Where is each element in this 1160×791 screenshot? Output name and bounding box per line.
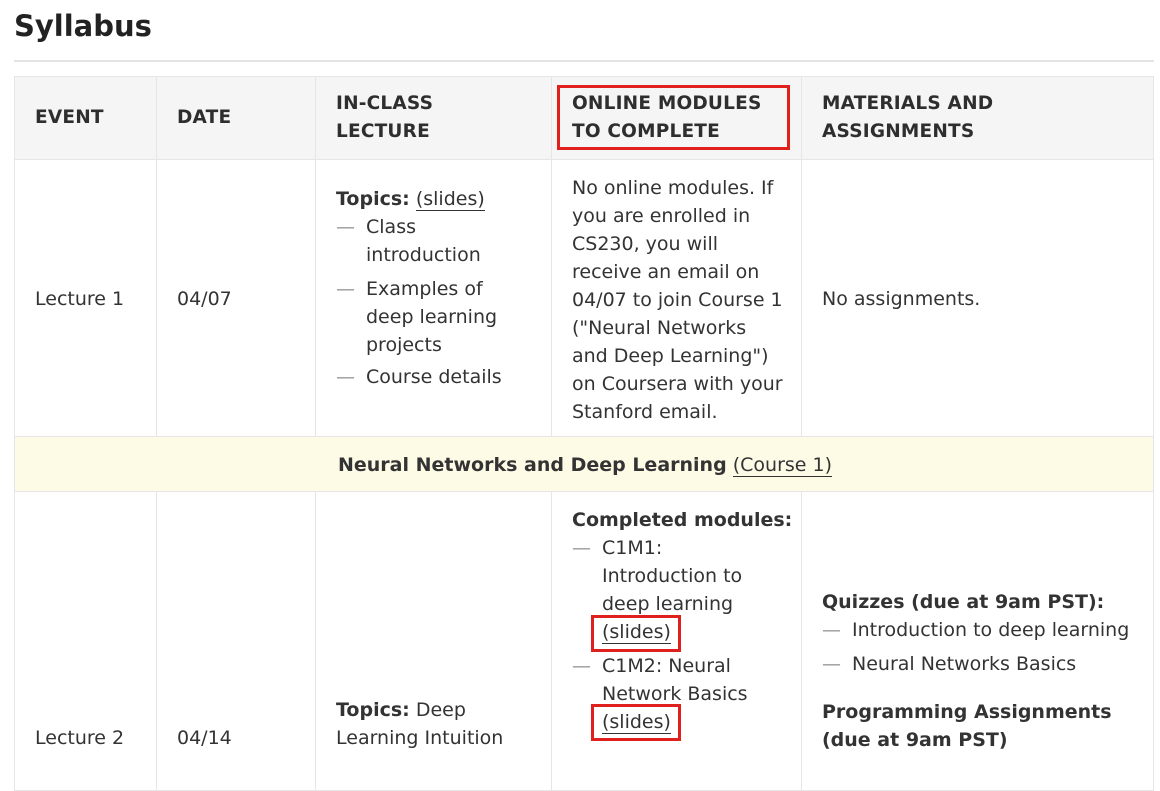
row1-online-text: No online modules. If you are enrolled i… [572,177,783,423]
module-slides-link[interactable]: (slides) [602,621,671,644]
header-event: EVENT [35,107,104,128]
row1-materials-cell: No assignments. [801,159,1154,437]
row1-topics-line: Topics: (slides) [336,185,485,213]
header-cell-date: DATE [156,76,316,160]
row2-modules-list: C1M1: Introduction to deep learning (sli… [572,534,772,736]
header-lecture-line2: LECTURE [336,121,430,142]
row2-topics-label: Topics: [336,699,410,721]
list-item: Course details [336,363,516,391]
list-item: Neural Networks Basics [822,650,1142,678]
header-date: DATE [177,107,232,128]
page-title: Syllabus [14,9,152,43]
row2-online-cell: Completed modules: C1M1: Introduction to… [551,491,802,791]
row1-topics-label: Topics: [336,188,410,210]
module-slides-link[interactable]: (slides) [602,711,671,734]
header-online-line2: TO COMPLETE [572,121,720,142]
header-lecture-line1: IN-CLASS [336,93,434,114]
row1-lecture-cell: Topics: (slides) Class introduction Exam… [315,159,552,437]
row1-event-cell: Lecture 1 [14,159,157,437]
module-item: C1M1: Introduction to deep learning (sli… [572,534,772,646]
header-materials-line1: MATERIALS AND [822,93,994,114]
list-item: Examples of deep learning projects [336,275,516,359]
header-cell-event: EVENT [14,76,157,160]
course1-link[interactable]: (Course 1) [732,454,833,477]
module-item: C1M2: Neural Network Basics (slides) [572,652,772,736]
row2-date: 04/14 [177,727,232,749]
row2-event: Lecture 2 [35,727,125,749]
list-item: Class introduction [336,213,516,269]
quizzes-list: Introduction to deep learning Neural Net… [822,616,1142,678]
row1-online-cell: No online modules. If you are enrolled i… [551,159,802,437]
row1-materials: No assignments. [822,288,981,310]
row2-date-cell: 04/14 [156,491,316,791]
module-text: C1M1: Introduction to deep learning [602,537,743,615]
row1-event: Lecture 1 [35,288,125,310]
row1-date-cell: 04/07 [156,159,316,437]
programming-label-line1: Programming Assignments [822,701,1112,723]
row1-topics-list: Class introduction Examples of deep lear… [336,213,516,391]
programming-label-line2: (due at 9am PST) [822,729,1008,751]
row1-slides-link[interactable]: (slides) [415,188,485,211]
header-materials-line2: ASSIGNMENTS [822,121,975,142]
module-text: C1M2: Neural Network Basics [602,655,748,705]
section-band: Neural Networks and Deep Learning (Cours… [14,436,1154,492]
row2-event-cell: Lecture 2 [14,491,157,791]
row2-completed-label: Completed modules: [572,509,793,531]
header-cell-online: ONLINE MODULES TO COMPLETE [551,76,802,160]
header-cell-materials: MATERIALS AND ASSIGNMENTS [801,76,1154,160]
header-cell-lecture: IN-CLASS LECTURE [315,76,552,160]
header-online-line1: ONLINE MODULES [572,93,762,114]
section-title: Neural Networks and Deep Learning [337,454,727,476]
row2-materials-cell: Quizzes (due at 9am PST): Introduction t… [801,491,1154,791]
row2-lecture-cell: Topics: Deep Learning Intuition [315,491,552,791]
row1-date: 04/07 [177,288,232,310]
list-item: Introduction to deep learning [822,616,1142,644]
title-divider [14,60,1154,62]
quizzes-label: Quizzes (due at 9am PST): [822,591,1105,613]
row2-topics: Topics: Deep Learning Intuition [336,696,536,752]
section-title-line: Neural Networks and Deep Learning (Cours… [15,451,1155,479]
